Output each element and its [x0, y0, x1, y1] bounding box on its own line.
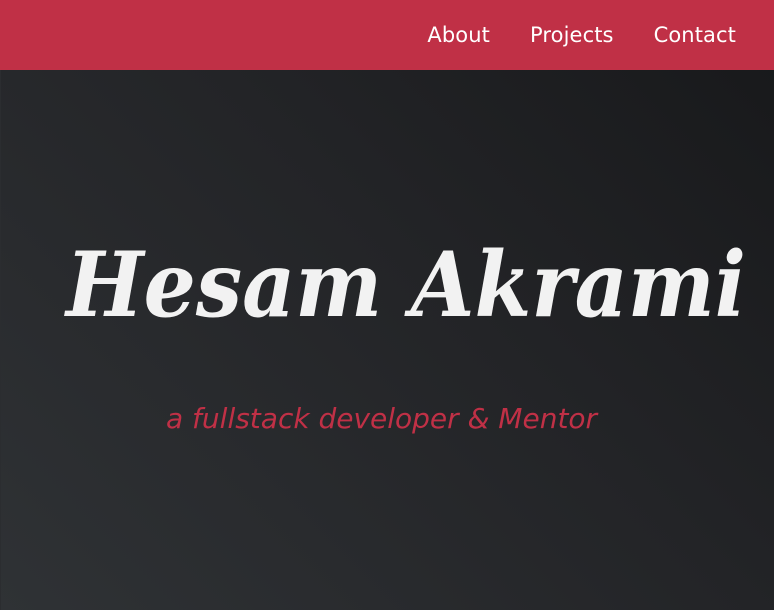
nav-link-projects[interactable]: Projects	[530, 24, 614, 46]
main-navigation: About Projects Contact	[427, 0, 736, 70]
hero-name: Hesam Akrami	[63, 232, 746, 338]
nav-link-contact[interactable]: Contact	[654, 24, 736, 46]
hero-tagline: a fullstack developer & Mentor	[166, 402, 598, 435]
hero-name-svg: Hesam Akrami	[63, 232, 746, 338]
top-navbar: About Projects Contact	[0, 0, 774, 70]
nav-link-about[interactable]: About	[427, 24, 490, 46]
hero-section: Hesam Akrami a fullstack developer & Men…	[0, 70, 774, 610]
portfolio-page: About Projects Contact Hesam Akrami a fu…	[0, 0, 774, 610]
